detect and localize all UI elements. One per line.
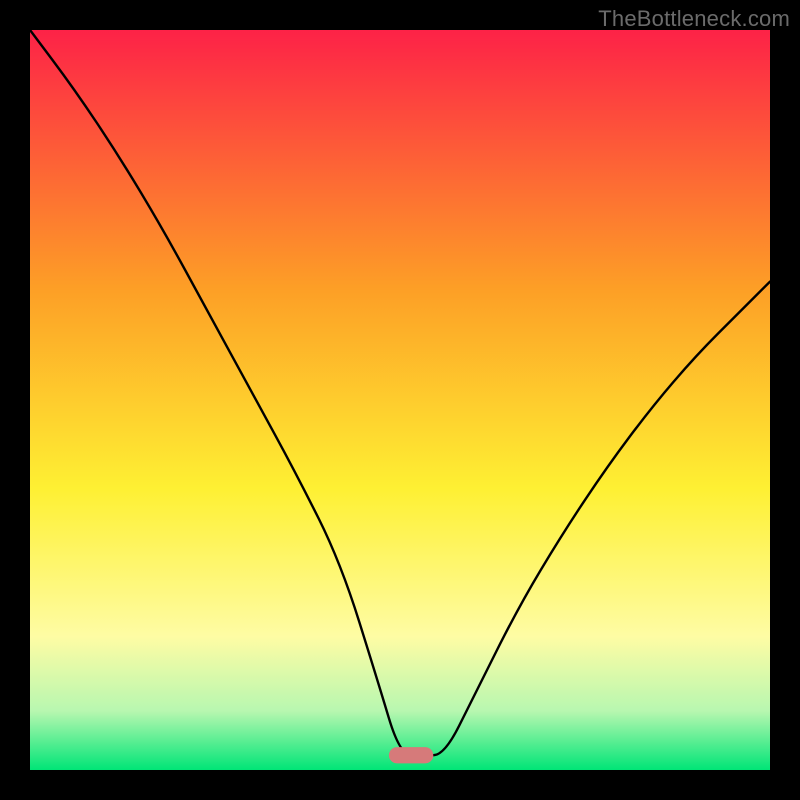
watermark-text: TheBottleneck.com <box>598 6 790 32</box>
bottleneck-chart <box>0 0 800 800</box>
optimal-marker <box>389 747 433 763</box>
chart-frame: TheBottleneck.com <box>0 0 800 800</box>
